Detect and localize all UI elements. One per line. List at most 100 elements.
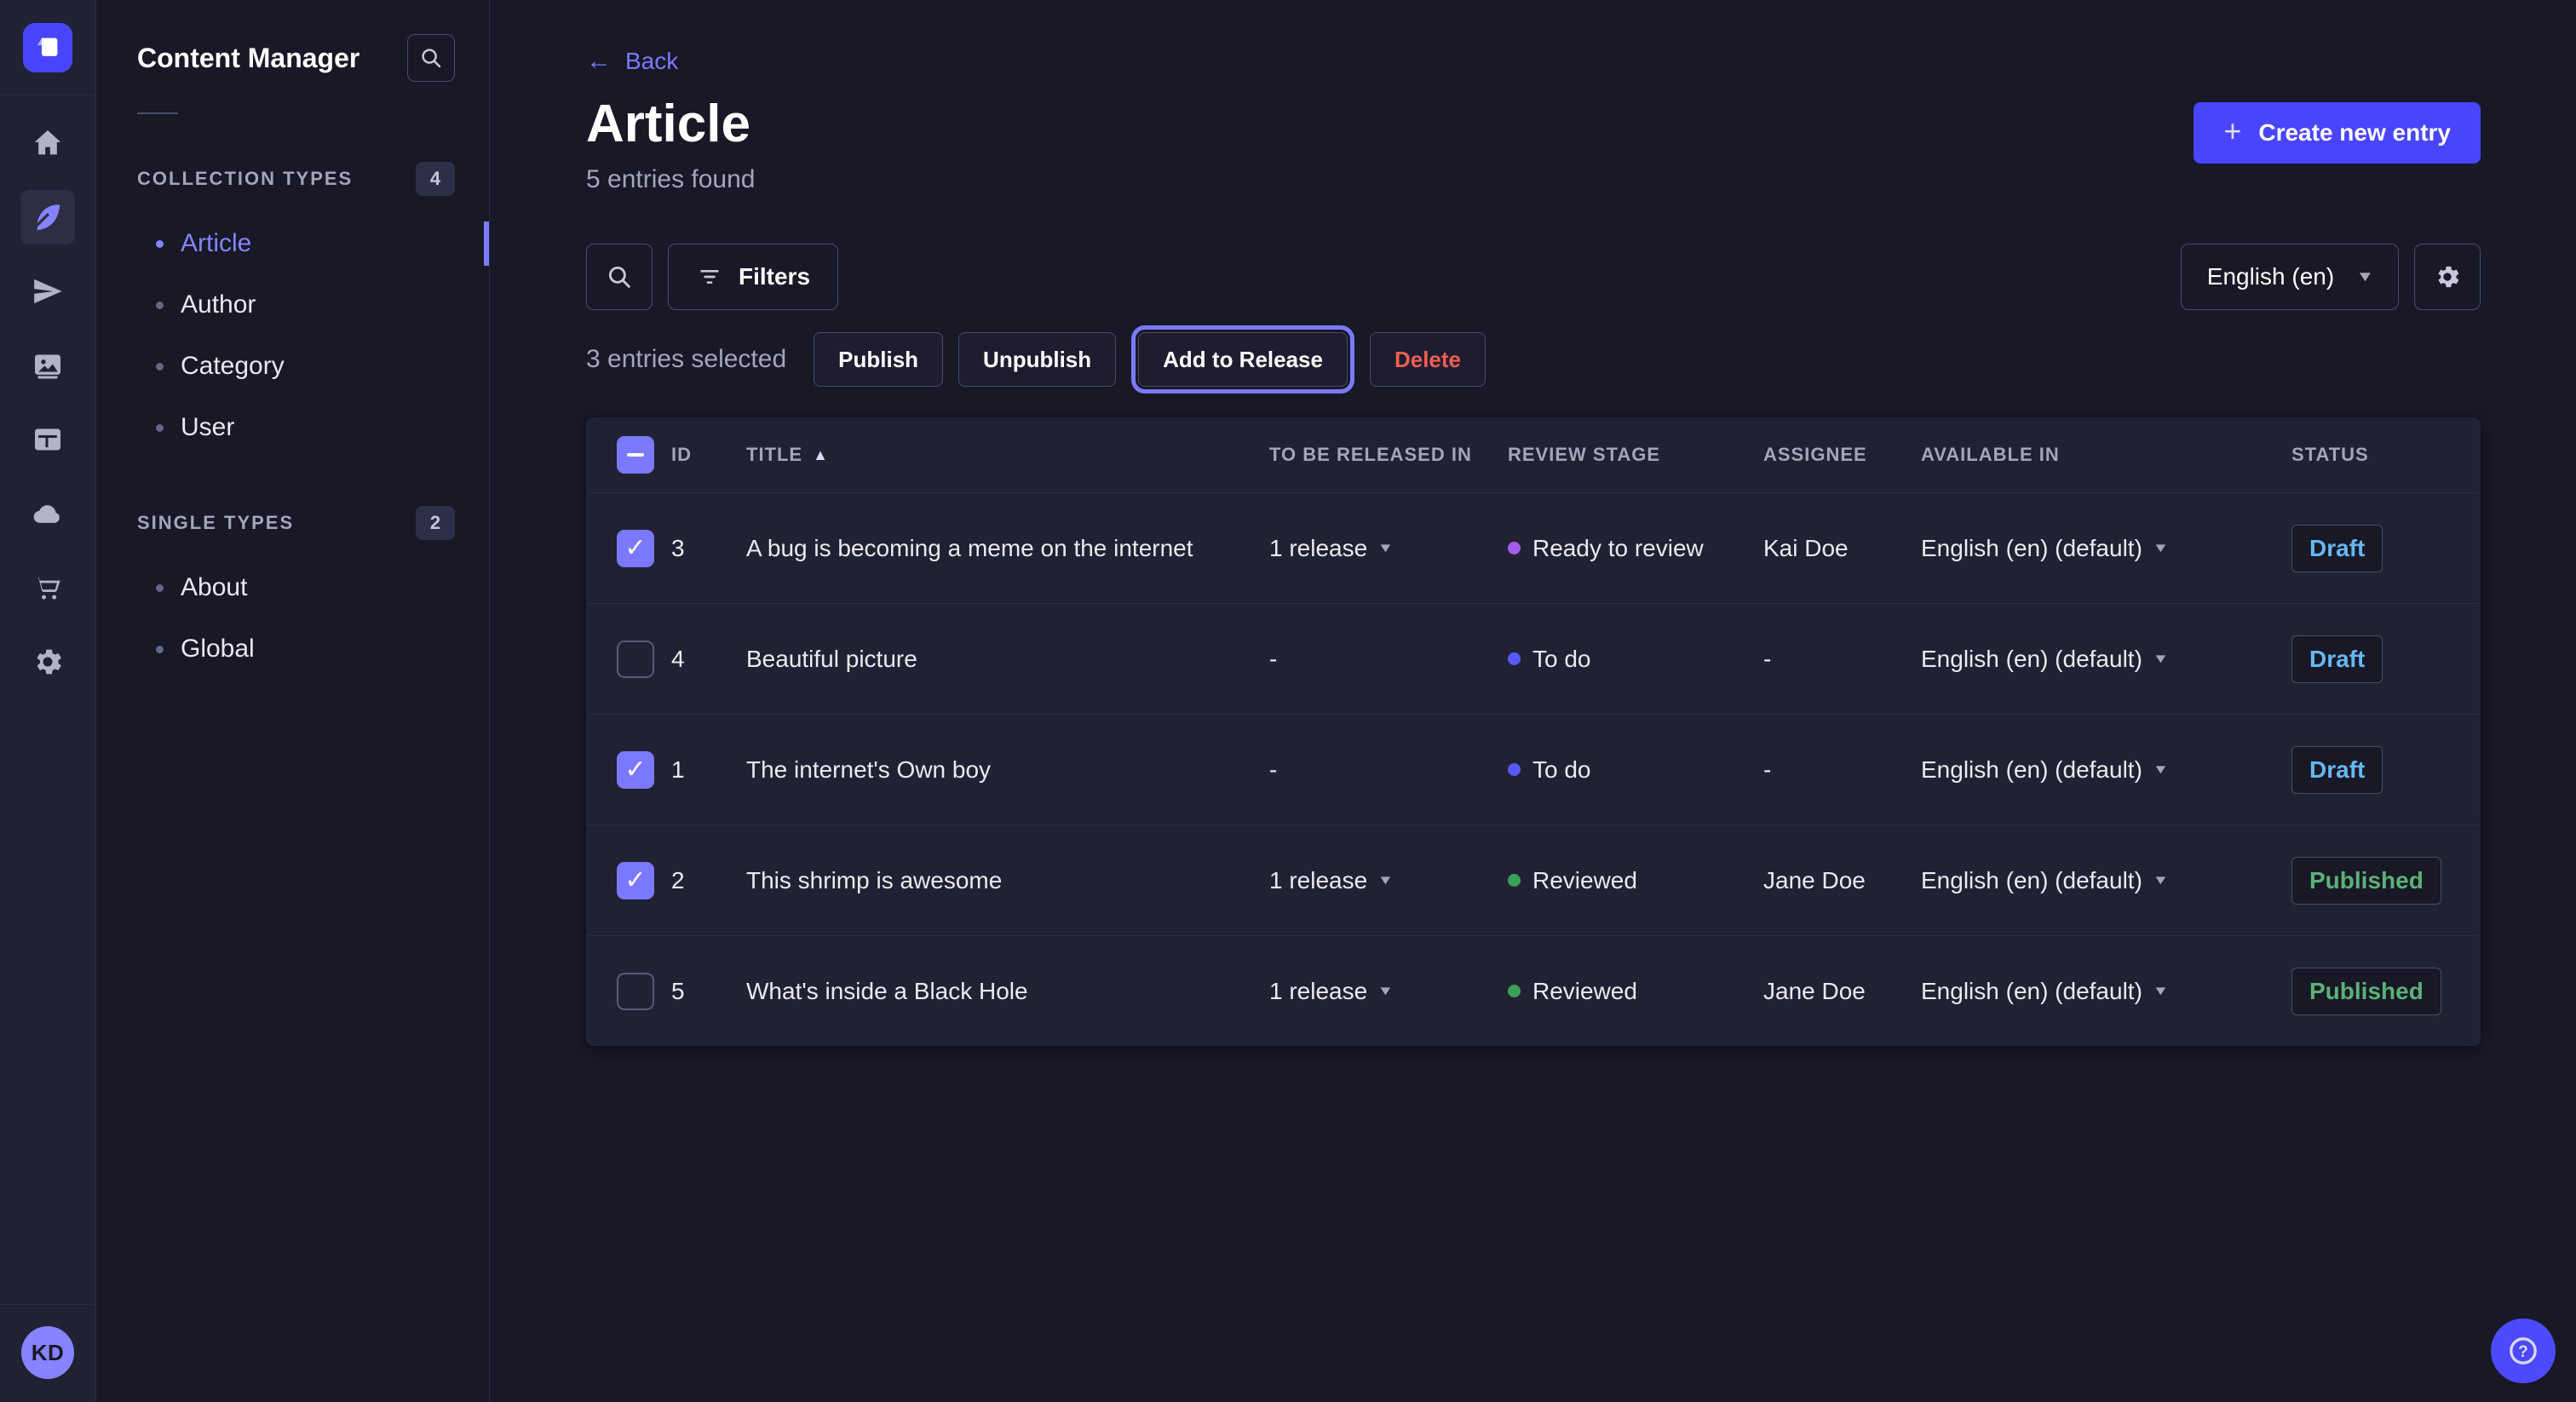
strapi-mark-icon bbox=[33, 33, 62, 62]
settings-gear-icon[interactable] bbox=[20, 635, 75, 689]
add-to-release-button[interactable]: Add to Release bbox=[1138, 332, 1348, 387]
entry-release-dropdown[interactable]: - ▼ bbox=[1269, 756, 1508, 784]
indeterminate-dash-icon bbox=[627, 453, 644, 457]
marketplace-cart-icon[interactable] bbox=[20, 560, 75, 615]
entry-id: 4 bbox=[671, 646, 746, 673]
deploy-cloud-icon[interactable] bbox=[20, 486, 75, 541]
stage-dot-icon bbox=[1508, 985, 1521, 997]
chevron-down-icon: ▼ bbox=[1377, 984, 1394, 998]
table-row: ✓ 5 What's inside a Black Hole 1 release… bbox=[586, 935, 2481, 1046]
status-badge: Draft bbox=[2291, 635, 2383, 683]
bullet-icon bbox=[156, 302, 164, 309]
bullet-icon bbox=[156, 363, 164, 371]
back-link[interactable]: ← Back bbox=[586, 48, 678, 75]
sidebar-item-category[interactable]: Category bbox=[96, 336, 489, 397]
section-label: COLLECTION TYPES bbox=[137, 168, 353, 190]
home-icon[interactable] bbox=[20, 116, 75, 170]
bullet-icon bbox=[156, 424, 164, 432]
sort-ascending-icon: ▲ bbox=[813, 446, 829, 464]
select-all-checkbox[interactable] bbox=[617, 436, 654, 474]
entry-review-stage: Reviewed bbox=[1508, 867, 1763, 894]
stage-dot-icon bbox=[1508, 542, 1521, 554]
row-checkbox[interactable]: ✓ bbox=[617, 751, 654, 789]
search-button[interactable] bbox=[586, 244, 653, 310]
entry-title: Beautiful picture bbox=[746, 646, 1269, 673]
entry-locale-dropdown[interactable]: English (en) (default) ▼ bbox=[1921, 756, 2291, 784]
entry-locale-dropdown[interactable]: English (en) (default) ▼ bbox=[1921, 646, 2291, 673]
entries-count: 5 entries found bbox=[586, 165, 755, 194]
entry-release-dropdown[interactable]: 1 release ▼ bbox=[1269, 867, 1508, 894]
sidebar-item-user[interactable]: User bbox=[96, 397, 489, 458]
bullet-icon bbox=[156, 584, 164, 592]
list-settings-button[interactable] bbox=[2414, 244, 2481, 310]
entry-release-dropdown[interactable]: - ▼ bbox=[1269, 646, 1508, 673]
row-checkbox[interactable]: ✓ bbox=[617, 530, 654, 567]
sidebar-item-global[interactable]: Global bbox=[96, 618, 489, 680]
sidebar-item-label: User bbox=[181, 413, 234, 442]
section-label: SINGLE TYPES bbox=[137, 512, 294, 534]
column-header-title[interactable]: TITLE ▲ bbox=[746, 444, 1269, 466]
chevron-down-icon: ▼ bbox=[1377, 873, 1394, 888]
release-count: - bbox=[1269, 646, 1277, 673]
content-type-builder-icon[interactable] bbox=[20, 412, 75, 467]
strapi-logo[interactable] bbox=[23, 23, 72, 72]
unpublish-button[interactable]: Unpublish bbox=[958, 332, 1116, 387]
entry-release-dropdown[interactable]: 1 release ▼ bbox=[1269, 535, 1508, 562]
release-count: - bbox=[1269, 756, 1277, 784]
column-header-assignee: ASSIGNEE bbox=[1763, 444, 1921, 466]
entries-table: ID TITLE ▲ TO BE RELEASED IN REVIEW STAG… bbox=[586, 417, 2481, 1046]
chevron-down-icon: ▼ bbox=[2153, 984, 2169, 998]
entry-locale-dropdown[interactable]: English (en) (default) ▼ bbox=[1921, 535, 2291, 562]
chevron-down-icon: ▼ bbox=[2153, 873, 2169, 888]
entry-title: This shrimp is awesome bbox=[746, 867, 1269, 894]
logo-container bbox=[0, 0, 95, 95]
entry-assignee: - bbox=[1763, 646, 1921, 673]
table-row: ✓ 3 A bug is becoming a meme on the inte… bbox=[586, 492, 2481, 603]
sidebar-item-label: Article bbox=[181, 229, 251, 258]
status-badge: Published bbox=[2291, 968, 2441, 1015]
back-arrow-icon: ← bbox=[586, 49, 612, 74]
release-count: 1 release bbox=[1269, 867, 1367, 894]
help-button[interactable]: ? bbox=[2491, 1319, 2556, 1383]
table-row: ✓ 4 Beautiful picture - ▼ To do - Englis… bbox=[586, 603, 2481, 714]
releases-paper-plane-icon[interactable] bbox=[20, 264, 75, 319]
sidebar-item-author[interactable]: Author bbox=[96, 274, 489, 336]
entry-id: 5 bbox=[671, 978, 746, 1005]
section-count-badge: 4 bbox=[416, 162, 455, 196]
filters-button[interactable]: Filters bbox=[668, 244, 838, 310]
locale-label: English (en) (default) bbox=[1921, 535, 2142, 562]
user-avatar[interactable]: KD bbox=[21, 1326, 74, 1379]
svg-text:?: ? bbox=[2518, 1343, 2528, 1361]
stage-dot-icon bbox=[1508, 874, 1521, 887]
media-library-images-icon[interactable] bbox=[20, 338, 75, 393]
column-header-released: TO BE RELEASED IN bbox=[1269, 444, 1508, 466]
subnav-title: Content Manager bbox=[137, 43, 359, 74]
stage-label: Reviewed bbox=[1532, 867, 1637, 894]
chevron-down-icon: ▼ bbox=[2356, 268, 2375, 285]
bullet-icon bbox=[156, 646, 164, 653]
sidebar-item-label: About bbox=[181, 573, 247, 602]
entry-review-stage: To do bbox=[1508, 756, 1763, 784]
selection-summary: 3 entries selected bbox=[586, 345, 786, 374]
entry-title: A bug is becoming a meme on the internet bbox=[746, 535, 1269, 562]
entry-assignee: Kai Doe bbox=[1763, 535, 1921, 562]
row-checkbox[interactable]: ✓ bbox=[617, 641, 654, 678]
create-new-entry-button[interactable]: + Create new entry bbox=[2194, 102, 2481, 164]
locale-label: English (en) (default) bbox=[1921, 978, 2142, 1005]
check-icon: ✓ bbox=[624, 536, 646, 561]
entry-locale-dropdown[interactable]: English (en) (default) ▼ bbox=[1921, 867, 2291, 894]
sidebar-item-about[interactable]: About bbox=[96, 557, 489, 618]
sidebar-item-article[interactable]: Article bbox=[96, 213, 489, 274]
sidebar-item-label: Global bbox=[181, 635, 255, 664]
row-checkbox[interactable]: ✓ bbox=[617, 973, 654, 1010]
delete-button[interactable]: Delete bbox=[1370, 332, 1486, 387]
column-header-id: ID bbox=[671, 444, 746, 466]
publish-button[interactable]: Publish bbox=[814, 332, 943, 387]
entry-release-dropdown[interactable]: 1 release ▼ bbox=[1269, 978, 1508, 1005]
locale-label: English (en) (default) bbox=[1921, 756, 2142, 784]
entry-locale-dropdown[interactable]: English (en) (default) ▼ bbox=[1921, 978, 2291, 1005]
content-manager-feather-icon[interactable] bbox=[20, 190, 75, 244]
locale-select[interactable]: English (en) ▼ bbox=[2181, 244, 2399, 310]
row-checkbox[interactable]: ✓ bbox=[617, 862, 654, 899]
subnav-search-button[interactable] bbox=[407, 34, 455, 82]
